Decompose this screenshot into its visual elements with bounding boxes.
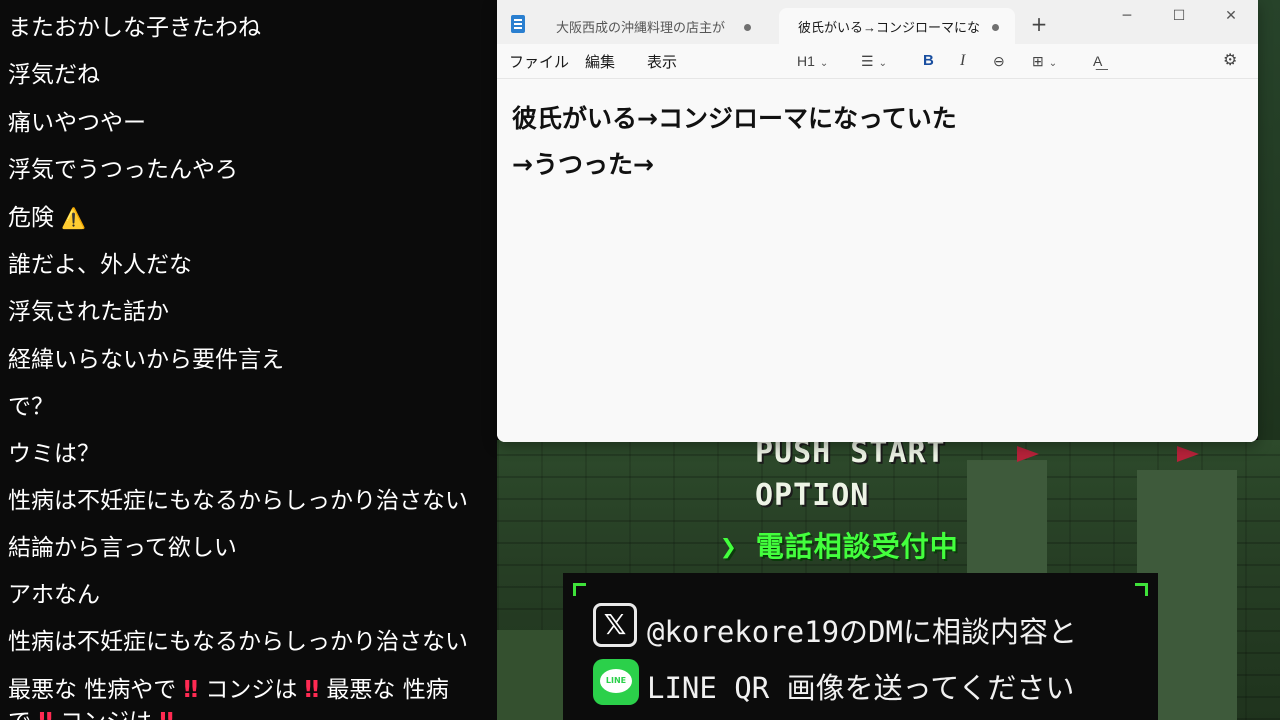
x-dm-instruction: @korekore19のDMに相談内容と <box>647 615 1077 649</box>
chat-message: 痛いやつやー <box>8 110 146 136</box>
menu-edit[interactable]: 編集 <box>585 51 615 72</box>
chat-message: 浮気だね <box>8 62 100 88</box>
title-bar[interactable]: 大阪西成の沖縄料理の店主が 彼氏がいる→コンジローマになってい + ─ ☐ ✕ <box>497 0 1258 44</box>
double-exclamation-icon: ‼ <box>183 677 199 703</box>
chat-message: 経緯いらないから要件言え <box>8 347 284 373</box>
tab-label: 大阪西成の沖縄料理の店主が <box>556 20 726 35</box>
chevron-down-icon: ⌄ <box>878 58 887 69</box>
table-icon: ⊞ <box>1032 53 1044 69</box>
heading-label: H1 <box>797 53 815 69</box>
list-dropdown[interactable]: ☰ ⌄ <box>861 50 887 72</box>
maximize-button[interactable]: ☐ <box>1157 4 1201 28</box>
chat-message-text: コンジは <box>205 677 298 703</box>
chat-message: 性病は不妊症にもなるからしっかり治さない <box>8 629 468 655</box>
line-qr-instruction: LINE QR 画像を送ってください <box>647 671 1075 705</box>
chat-message: またおかしな子きたわね <box>8 15 261 41</box>
notepad-window: 大阪西成の沖縄料理の店主が 彼氏がいる→コンジローマになってい + ─ ☐ ✕ … <box>497 0 1258 442</box>
unsaved-dot-icon[interactable] <box>992 24 999 31</box>
table-dropdown[interactable]: ⊞ ⌄ <box>1032 50 1057 72</box>
close-button[interactable]: ✕ <box>1209 4 1253 28</box>
game-scene-edge <box>1258 0 1280 440</box>
selection-cursor-icon: ❯ <box>720 530 738 563</box>
frame-corner <box>1135 583 1148 596</box>
chat-message: アホなん <box>8 582 100 608</box>
chat-message-text: 危険 <box>8 205 54 231</box>
chevron-down-icon: ⌄ <box>1048 58 1058 69</box>
list-icon: ☰ <box>861 53 874 69</box>
minimize-button[interactable]: ─ <box>1105 4 1149 28</box>
chat-message: 結論から言って欲しい <box>8 535 237 561</box>
editor-heading-line: 彼氏がいる→コンジローマになっていた <box>512 104 957 133</box>
chat-message: で？ <box>8 394 54 420</box>
castle-flag <box>1177 446 1199 462</box>
castle-wall <box>497 630 567 720</box>
menu-view[interactable]: 表示 <box>647 51 677 72</box>
option-menu-item[interactable]: OPTION <box>755 478 869 513</box>
chat-message: 最悪な 性病やで ‼ コンジは ‼ 最悪な 性病 <box>8 675 497 705</box>
chat-message: 危険 ⚠️ <box>8 203 497 233</box>
chat-message: 性病は不妊症にもなるからしっかり治さない <box>8 488 468 514</box>
heading-dropdown[interactable]: H1 ⌄ <box>797 50 828 72</box>
double-exclamation-icon: ‼ <box>159 709 173 720</box>
chat-message-text: で <box>8 709 31 720</box>
castle-flag <box>1017 446 1039 462</box>
text-editor[interactable]: 彼氏がいる→コンジローマになっていた →うつった→ <box>497 79 1258 442</box>
chat-message-text: 最悪な 性病やで <box>8 677 177 703</box>
chat-message-text: コンジは <box>60 709 152 720</box>
spellcheck-icon[interactable]: A͟ <box>1093 50 1102 72</box>
line-app-icon: LINE <box>593 659 639 705</box>
link-icon[interactable]: ⊖ <box>993 50 1005 72</box>
contact-info-box: 𝕏 @korekore19のDMに相談内容と LINE LINE QR 画像を送… <box>563 573 1158 720</box>
phone-consult-label: 電話相談受付中 <box>755 530 959 563</box>
chat-message-text: 最悪な 性病 <box>326 677 449 703</box>
double-exclamation-icon: ‼ <box>304 677 320 703</box>
italic-button[interactable]: I <box>960 50 965 72</box>
chat-message: ウミは？ <box>8 441 100 467</box>
bold-button[interactable]: B <box>923 50 934 72</box>
chat-message: 誰だよ、外人だな <box>8 252 192 278</box>
warning-icon: ⚠️ <box>61 206 87 230</box>
unsaved-dot-icon[interactable] <box>744 24 751 31</box>
settings-gear-icon[interactable]: ⚙ <box>1223 50 1237 72</box>
tab-document-2[interactable]: 彼氏がいる→コンジローマになってい <box>779 8 1015 44</box>
menu-bar: ファイル 編集 表示 H1 ⌄ ☰ ⌄ B I ⊖ ⊞ ⌄ A͟ ⚙ <box>497 44 1258 79</box>
chevron-down-icon: ⌄ <box>819 58 829 69</box>
chat-message: 浮気された話か <box>8 299 169 325</box>
frame-corner <box>573 583 586 596</box>
chat-message: で ‼ コンジは ‼ <box>8 707 497 720</box>
x-logo-icon: 𝕏 <box>593 603 637 647</box>
chat-message: 浮気でうつったんやろ <box>8 157 238 183</box>
phone-consult-option[interactable]: ❯ 電話相談受付中 <box>720 525 959 565</box>
chat-panel: またおかしな子きたわね 浮気だね 痛いやつやー 浮気でうつったんやろ 危険 ⚠️… <box>0 0 497 720</box>
tab-document-1[interactable]: 大阪西成の沖縄料理の店主が <box>537 8 767 44</box>
double-exclamation-icon: ‼ <box>38 709 52 720</box>
editor-heading-line: →うつった→ <box>512 150 654 179</box>
new-tab-button[interactable]: + <box>1029 12 1049 36</box>
tab-label: 彼氏がいる→コンジローマになってい <box>798 20 980 35</box>
notepad-app-icon <box>511 15 525 33</box>
menu-file[interactable]: ファイル <box>509 51 569 72</box>
line-app-icon-text: LINE <box>600 669 632 693</box>
